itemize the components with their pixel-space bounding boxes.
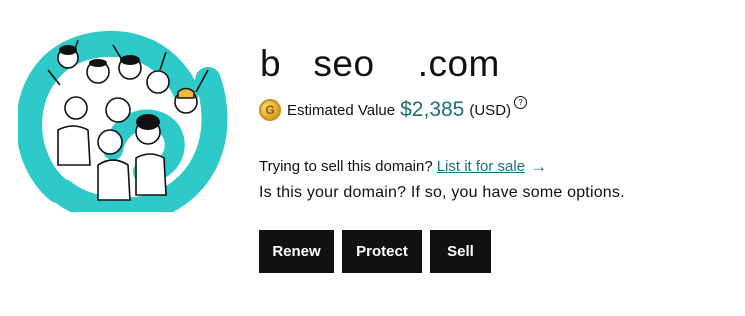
renew-button[interactable]: Renew [259,230,334,273]
question-circle-icon[interactable]: ? [514,95,528,109]
crowd-illustration [18,30,230,212]
sell-prompt: Trying to sell this domain? List it for … [259,158,547,175]
arrow-right-icon[interactable]: → [530,158,547,175]
domain-name: b seo .com [260,43,500,84]
ownership-prompt: Is this your domain? If so, you have som… [259,184,625,201]
estimated-value-label: Estimated Value [287,101,396,119]
sell-question: Trying to sell this domain? [259,158,433,175]
sell-button[interactable]: Sell [430,230,491,273]
gold-coin-g-icon: G [259,99,281,121]
list-for-sale-link[interactable]: List it for sale [437,158,525,175]
estimated-value-row: G Estimated Value $2,385 (USD) ? [259,95,528,122]
action-buttons: Renew Protect Sell [259,230,491,273]
estimated-value-currency: (USD) [469,101,512,119]
protect-button[interactable]: Protect [342,230,422,273]
estimated-value-amount: $2,385 [400,98,465,121]
